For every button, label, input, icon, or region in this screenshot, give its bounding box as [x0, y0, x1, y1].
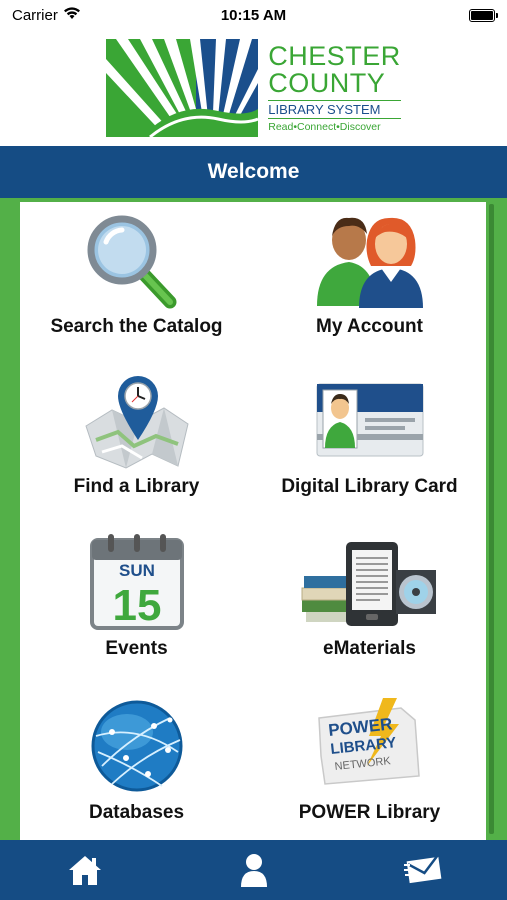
menu-item-digital-card[interactable]: Digital Library Card	[253, 362, 486, 522]
logo-tagline: Read•Connect•Discover	[268, 121, 381, 134]
status-left: Carrier	[12, 6, 81, 24]
logo-wordmark: CHESTER COUNTY LIBRARY SYSTEM Read•Conne…	[268, 43, 401, 133]
globe-network-icon	[91, 700, 182, 792]
menu-item-label: Databases	[88, 802, 185, 823]
person-icon	[240, 854, 267, 887]
magnifying-glass-icon	[87, 215, 176, 309]
menu-item-label: Digital Library Card	[281, 476, 458, 497]
battery-icon	[469, 8, 498, 22]
page-title: Welcome	[207, 160, 300, 183]
menu-grid: Search the Catalog My Account Find a Lib…	[20, 202, 486, 840]
menu-item-label: Events	[105, 638, 168, 659]
menu-item-search-catalog[interactable]: Search the Catalog	[20, 202, 253, 362]
power-library-logo: POWER LIBRARY NETWORK	[317, 698, 420, 785]
menu-item-label: My Account	[316, 316, 423, 337]
menu-item-label: Find a Library	[73, 476, 200, 497]
app-screen: Carrier 10:15 AM CHESTER COUNTY LIBRARY …	[0, 0, 507, 900]
menu-item-events[interactable]: SUN 15 Events	[20, 524, 253, 684]
carrier-label: Carrier	[12, 6, 58, 24]
logo-line2: COUNTY	[268, 68, 386, 99]
welcome-header: Welcome	[0, 146, 507, 198]
menu-item-power-library[interactable]: POWER LIBRARY NETWORK POWER Library	[253, 688, 486, 848]
home-icon	[68, 856, 101, 885]
calendar-icon: SUN 15	[89, 534, 184, 630]
menu-item-databases[interactable]: Databases	[20, 688, 253, 848]
logo-line1: CHESTER	[268, 41, 401, 72]
library-card-icon	[316, 383, 423, 457]
menu-item-ematerials[interactable]: eMaterials	[253, 524, 486, 684]
scrollbar[interactable]	[489, 204, 494, 834]
ereader-books-icon	[301, 542, 436, 626]
tab-contact[interactable]	[393, 847, 453, 893]
tab-home[interactable]	[55, 847, 115, 893]
map-pin-icon	[84, 376, 189, 469]
logo-line3: LIBRARY SYSTEM	[268, 100, 401, 120]
menu-item-my-account[interactable]: My Account	[253, 202, 486, 362]
status-bar: Carrier 10:15 AM	[0, 0, 507, 30]
menu-item-label: POWER Library	[298, 802, 441, 823]
menu-item-find-library[interactable]: Find a Library	[20, 362, 253, 522]
library-logo: CHESTER COUNTY LIBRARY SYSTEM Read•Conne…	[0, 30, 507, 146]
menu-item-label: Search the Catalog	[50, 316, 223, 337]
calendar-day-text: SUN	[119, 561, 155, 580]
menu-area: Search the Catalog My Account Find a Lib…	[0, 198, 507, 840]
menu-item-label: eMaterials	[323, 638, 416, 659]
open-book-logo-icon	[106, 39, 259, 137]
wifi-icon	[63, 6, 81, 24]
mail-icon	[403, 856, 441, 884]
bottom-tab-bar	[0, 840, 507, 900]
tab-account[interactable]	[224, 847, 284, 893]
users-icon	[316, 217, 423, 308]
calendar-date-text: 15	[112, 581, 161, 630]
